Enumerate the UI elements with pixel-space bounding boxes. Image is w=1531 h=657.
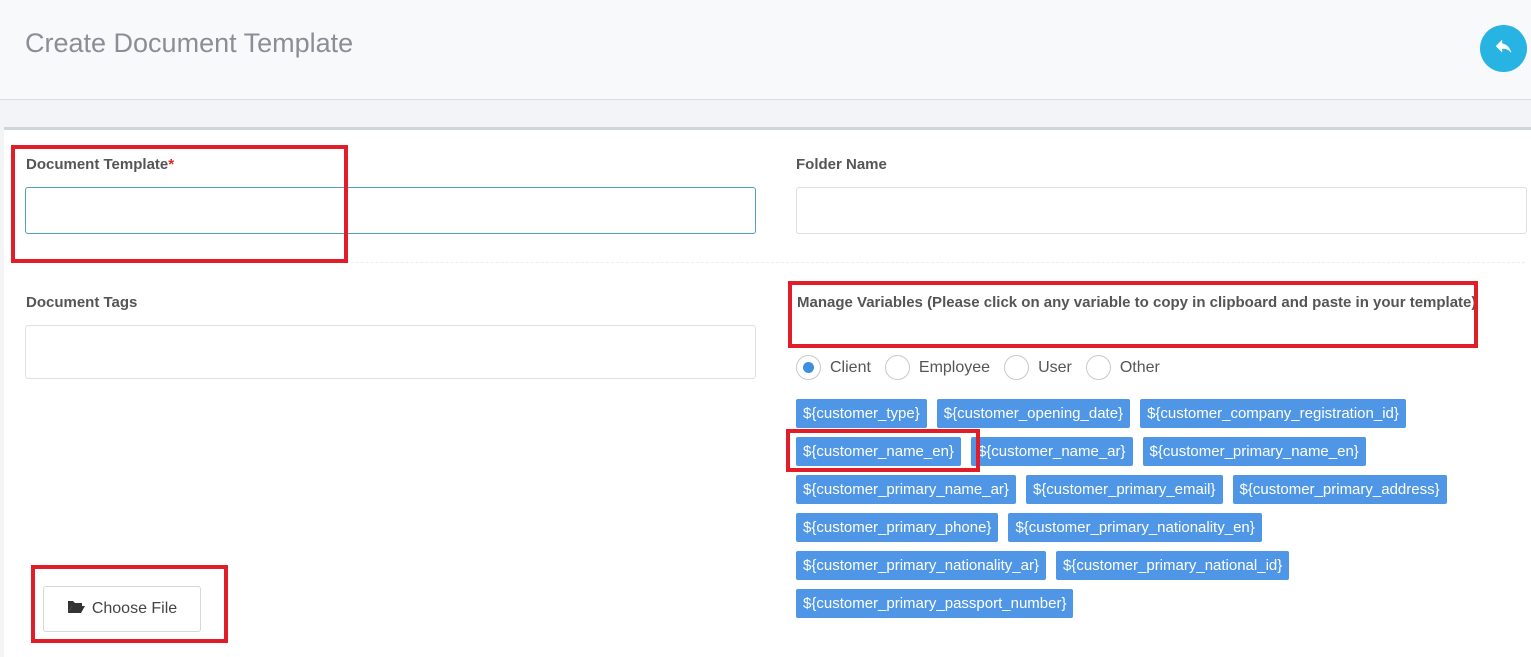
back-button[interactable] (1480, 25, 1527, 72)
variable-chip[interactable]: ${customer_primary_name_en} (1142, 437, 1366, 466)
folder-open-icon (67, 599, 92, 619)
radio-circle[interactable] (1004, 355, 1030, 380)
choose-file-label: Choose File (91, 600, 178, 617)
reply-arrow-icon (1493, 36, 1515, 61)
radio-circle[interactable] (884, 355, 910, 380)
folder-name-input[interactable] (796, 187, 1527, 234)
folder-name-label: Folder Name (796, 156, 887, 173)
chip-row: ${customer_primary_name_ar} ${customer_p… (796, 475, 1516, 504)
document-template-input[interactable] (25, 187, 756, 234)
document-tags-input[interactable] (25, 325, 756, 379)
variable-chip[interactable]: ${customer_primary_name_ar} (796, 475, 1016, 504)
variable-chip[interactable]: ${customer_name_ar} (970, 437, 1133, 466)
document-tags-label: Document Tags (26, 294, 138, 311)
section-divider (25, 262, 1525, 263)
radio-label: Employee (918, 358, 991, 376)
radio-circle[interactable] (1085, 355, 1111, 380)
radio-label: Client (830, 358, 871, 376)
document-template-label: Document Template* (26, 156, 175, 173)
chip-row: ${customer_type} ${customer_opening_date… (796, 399, 1516, 428)
variable-chip[interactable]: ${customer_primary_email} (1025, 475, 1223, 504)
variable-chip[interactable]: ${customer_primary_nationality_en} (1008, 513, 1262, 542)
variable-chip[interactable]: ${customer_name_en} (796, 437, 961, 466)
variable-chip[interactable]: ${customer_primary_phone} (796, 513, 999, 542)
radio-label: Other (1119, 358, 1160, 376)
radio-selected-dot (803, 362, 814, 373)
page-title: Create Document Template (25, 28, 354, 58)
variable-chip[interactable]: ${customer_primary_address} (1232, 475, 1447, 504)
variable-chip[interactable]: ${customer_primary_passport_number} (796, 589, 1074, 618)
variable-chip[interactable]: ${customer_primary_nationality_ar} (796, 551, 1046, 580)
chip-row: ${customer_primary_passport_number} (796, 589, 1516, 618)
radio-employee[interactable]: Employee (884, 355, 991, 380)
radio-client[interactable]: Client (796, 355, 871, 380)
variable-chips: ${customer_type} ${customer_opening_date… (796, 399, 1516, 627)
choose-file-button[interactable]: Choose File (43, 586, 201, 632)
radio-circle[interactable] (796, 355, 821, 380)
chip-row: ${customer_primary_nationality_ar} ${cus… (796, 551, 1516, 580)
required-mark: * (168, 156, 175, 173)
variable-chip[interactable]: ${customer_type} (796, 399, 927, 428)
page-header: Create Document Template (0, 0, 1531, 100)
variable-type-radio-group: Client Employee User Other (796, 355, 1174, 380)
radio-other[interactable]: Other (1085, 355, 1160, 380)
variable-chip[interactable]: ${customer_opening_date} (936, 399, 1131, 428)
radio-user[interactable]: User (1004, 355, 1072, 380)
chip-row: ${customer_name_en} ${customer_name_ar} … (796, 437, 1516, 466)
radio-label: User (1038, 358, 1072, 376)
variable-chip[interactable]: ${customer_primary_national_id} (1055, 551, 1290, 580)
manage-variables-label: Manage Variables (Please click on any va… (797, 294, 1477, 311)
variable-chip[interactable]: ${customer_company_registration_id} (1140, 399, 1406, 428)
chip-row: ${customer_primary_phone} ${customer_pri… (796, 513, 1516, 542)
